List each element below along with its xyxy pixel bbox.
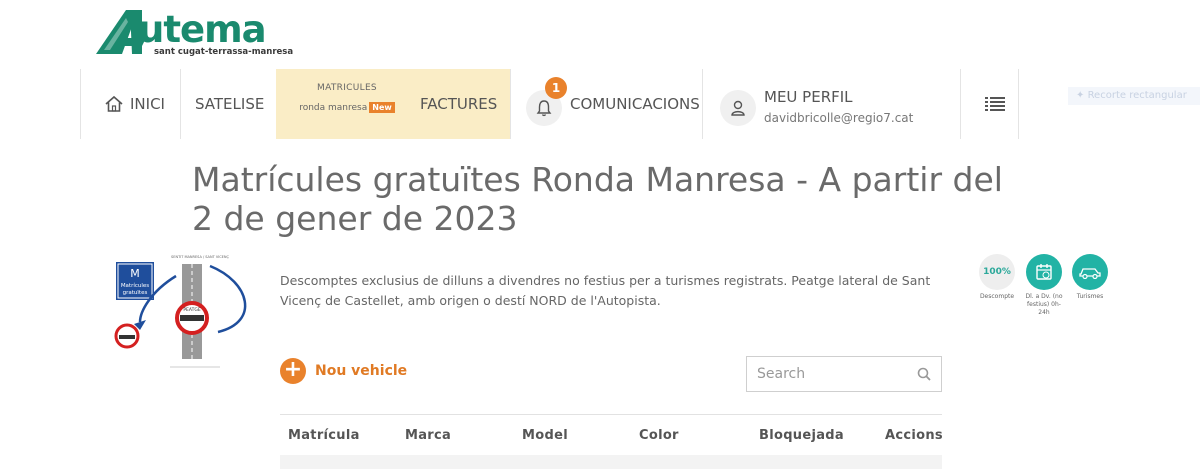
- nav-item-home[interactable]: INICI: [104, 69, 165, 139]
- nav-item-communications[interactable]: COMUNICACIONS: [570, 69, 700, 139]
- logo-tagline: sant cugat-terrassa-manresa: [154, 47, 294, 57]
- profile-email: davidbricolle@regio7.cat: [764, 111, 914, 125]
- nav-divider: [80, 69, 81, 139]
- table-header: Matrícula Marca Model Color Bloquejada A…: [280, 415, 943, 455]
- diagram-sign-line2: gratuïtes: [123, 290, 148, 296]
- column-header-bloquejada[interactable]: Bloquejada: [751, 428, 877, 443]
- nav-item-matricules[interactable]: MATRICULES ronda manresa New: [292, 83, 402, 113]
- nav-item-factures[interactable]: FACTURES: [420, 69, 497, 139]
- nav-item-satelise[interactable]: SATELISE: [195, 69, 264, 139]
- nav-communications-label: COMUNICACIONS: [570, 95, 700, 113]
- feature-schedule-label: Dl. a Dv. (no festius) 0h-24h: [1025, 293, 1063, 316]
- nav-item-profile[interactable]: MEU PERFIL davidbricolle@regio7.cat: [764, 88, 913, 125]
- route-diagram: M Matrícules gratuïtes SENTIT MANRESA / …: [110, 252, 260, 377]
- diagram-sign-line1: Matrícules: [121, 282, 149, 289]
- plus-icon: +: [280, 358, 306, 384]
- diagram-top-text: SENTIT MANRESA / SANT VICENÇ: [171, 255, 229, 259]
- diagram-toll-bar-small: [119, 335, 135, 339]
- nav-divider: [1018, 69, 1019, 139]
- feature-schedule: Dl. a Dv. (no festius) 0h-24h: [1024, 254, 1064, 317]
- home-icon: [105, 95, 123, 112]
- main-nav: INICI SATELISE MATRICULES ronda manresa N…: [80, 69, 1020, 139]
- autema-logo[interactable]: utema sant cugat-terrassa-manresa: [96, 6, 293, 58]
- nav-matricules-label: MATRICULES: [317, 83, 377, 93]
- notification-count-badge: 1: [545, 77, 567, 99]
- page-title: Matrícules gratuïtes Ronda Manresa - A p…: [192, 160, 1003, 238]
- add-vehicle-button[interactable]: + Nou vehicle: [280, 358, 407, 384]
- nav-divider: [510, 69, 511, 139]
- list-menu-icon: [985, 97, 1005, 111]
- new-badge: New: [369, 102, 395, 113]
- nav-factures-label: FACTURES: [420, 95, 498, 113]
- nav-divider: [180, 69, 181, 139]
- search-box[interactable]: [746, 356, 942, 392]
- column-header-model[interactable]: Model: [514, 428, 631, 443]
- nav-satelise-label: SATELISE: [195, 95, 265, 113]
- user-icon: [731, 100, 745, 116]
- nav-divider: [960, 69, 961, 139]
- column-header-matricula[interactable]: Matrícula: [280, 428, 397, 443]
- diagram-sign-letter: M: [130, 267, 140, 280]
- car-icon: [1079, 268, 1101, 279]
- feature-vehicles-label: Turismes: [1076, 293, 1104, 300]
- calendar-icon: [1036, 264, 1052, 280]
- table-row[interactable]: [280, 455, 942, 469]
- nav-matricules-sublabel: ronda manresa New: [292, 102, 402, 113]
- route-diagram-image: M Matrícules gratuïtes SENTIT MANRESA / …: [114, 255, 247, 368]
- car-badge: [1072, 254, 1108, 290]
- diagram-toll-bar: [180, 315, 204, 321]
- screen-capture-text: Recorte rectangular: [1087, 90, 1187, 101]
- nav-home-label: INICI: [130, 95, 165, 113]
- discount-badge: 100%: [979, 254, 1015, 290]
- feature-vehicles: Turismes: [1070, 254, 1110, 301]
- feature-discount-label: Descompte: [979, 293, 1015, 300]
- vehicles-table: Matrícula Marca Model Color Bloquejada A…: [280, 414, 943, 469]
- avatar[interactable]: [720, 90, 756, 126]
- search-input[interactable]: [757, 366, 907, 382]
- diagram-toll-label: PEATGE: [183, 307, 201, 313]
- search-icon[interactable]: [917, 367, 931, 381]
- calendar-badge: [1026, 254, 1062, 290]
- feature-discount: 100% Descompte: [977, 254, 1017, 301]
- nav-divider: [702, 69, 703, 139]
- profile-title: MEU PERFIL: [764, 88, 853, 106]
- description-text: Descomptes exclusius de dilluns a divend…: [280, 273, 931, 308]
- column-header-marca[interactable]: Marca: [397, 428, 514, 443]
- nav-ronda-manresa: ronda manresa: [299, 103, 368, 113]
- bell-icon: [536, 100, 552, 117]
- screen-capture-overlay: ✦ Recorte rectangular: [1068, 87, 1200, 105]
- diagram-arrow-right: [209, 264, 247, 334]
- column-header-accions: Accions: [885, 427, 943, 443]
- logo-wordmark: utema: [138, 8, 267, 51]
- add-vehicle-label: Nou vehicle: [315, 363, 408, 379]
- menu-button[interactable]: [980, 91, 1010, 117]
- column-header-color[interactable]: Color: [631, 428, 751, 443]
